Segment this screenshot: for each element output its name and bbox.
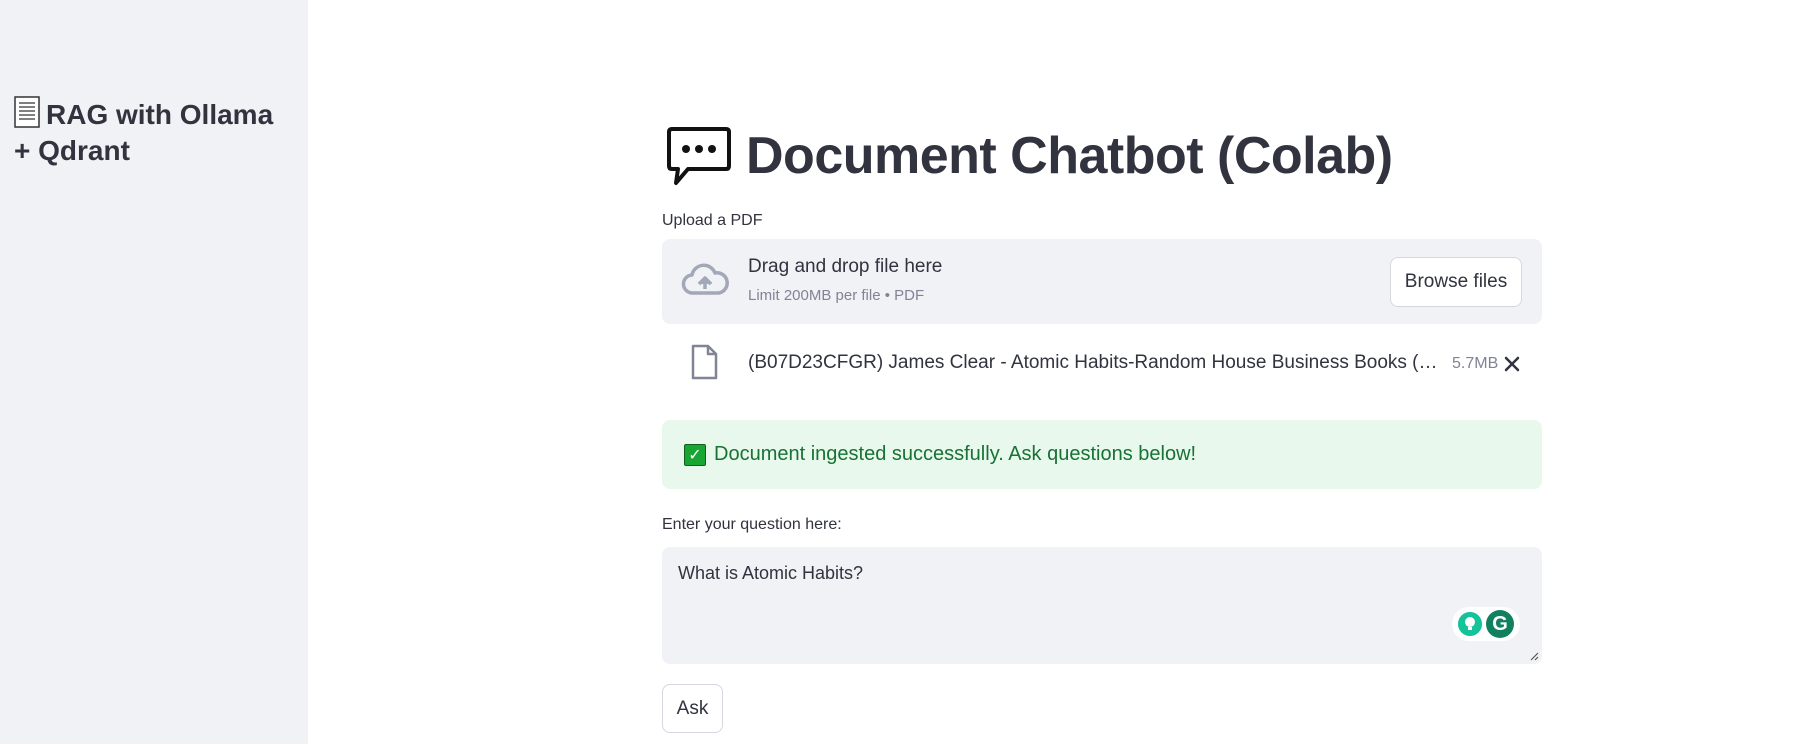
- upload-label: Upload a PDF: [662, 212, 763, 229]
- speech-bubble-icon: [667, 127, 731, 185]
- question-input[interactable]: What is Atomic Habits?: [662, 547, 1542, 664]
- close-icon[interactable]: [1501, 353, 1523, 375]
- success-alert: ✓ Document ingested successfully. Ask qu…: [662, 420, 1542, 489]
- grammarly-logo-icon[interactable]: G: [1486, 610, 1514, 638]
- question-label: Enter your question here:: [662, 516, 842, 533]
- ask-button[interactable]: Ask: [662, 684, 723, 733]
- checkmark-icon: ✓: [684, 443, 706, 466]
- sidebar: RAG with Ollama + Qdrant: [0, 0, 308, 744]
- file-icon: [691, 344, 718, 380]
- grammarly-widget[interactable]: G: [1452, 607, 1520, 641]
- page-icon: [14, 96, 40, 128]
- uploaded-file-row: (B07D23CFGR) James Clear - Atomic Habits…: [662, 332, 1542, 396]
- uploaded-file-size: 5.7MB: [1452, 355, 1499, 372]
- dropzone-limit: Limit 200MB per file • PDF: [748, 287, 925, 304]
- app-root: RAG with Ollama + Qdrant Document Chatbo…: [0, 0, 1803, 744]
- uploaded-file-name: (B07D23CFGR) James Clear - Atomic Habits…: [748, 352, 1448, 373]
- file-dropzone[interactable]: Drag and drop file here Limit 200MB per …: [662, 239, 1542, 324]
- cloud-upload-icon: [681, 263, 729, 295]
- resize-handle-icon[interactable]: [1529, 651, 1539, 661]
- sidebar-title-text: RAG with Ollama + Qdrant: [14, 99, 274, 166]
- dropzone-text: Drag and drop file here Limit 200MB per …: [748, 255, 942, 305]
- question-field-container: What is Atomic Habits? G: [662, 547, 1542, 664]
- lightbulb-icon[interactable]: [1458, 612, 1482, 636]
- success-message: Document ingested successfully. Ask ques…: [714, 443, 1197, 465]
- sidebar-title: RAG with Ollama + Qdrant: [14, 96, 294, 169]
- main-area: Document Chatbot (Colab) Upload a PDF Dr…: [308, 0, 1803, 744]
- page-title-text: Document Chatbot (Colab): [746, 127, 1393, 185]
- page-title: Document Chatbot (Colab): [662, 120, 1542, 192]
- browse-files-button[interactable]: Browse files: [1390, 257, 1522, 307]
- dropzone-instruction: Drag and drop file here: [748, 256, 943, 277]
- main-content: Document Chatbot (Colab) Upload a PDF Dr…: [662, 120, 1542, 733]
